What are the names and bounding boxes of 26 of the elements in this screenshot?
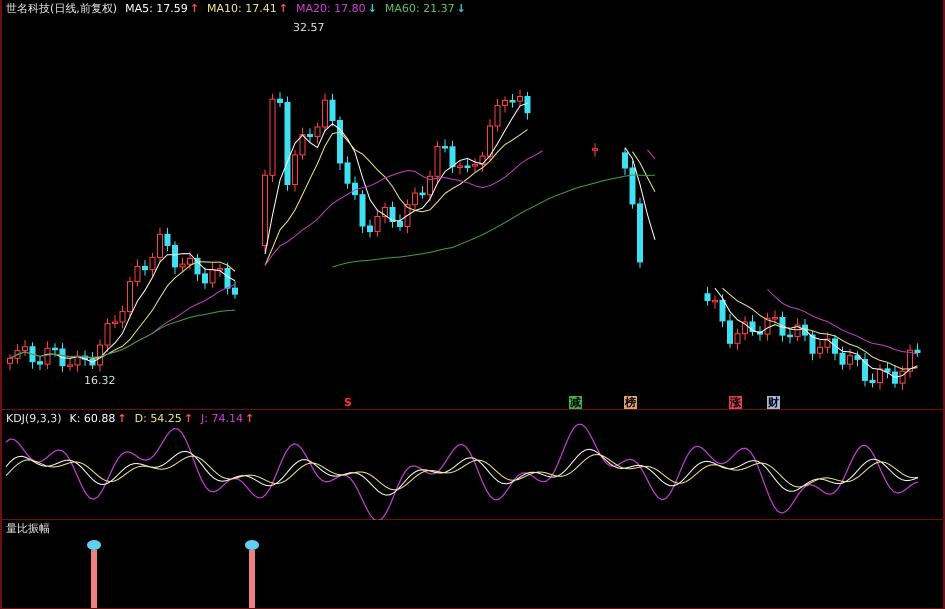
indicator-value: J: 74.14 — [201, 412, 243, 426]
price-label: 32.57 — [293, 20, 324, 36]
panel-title: 世名科技(日线,前复权) — [6, 2, 118, 16]
trend-arrow: ↑ — [184, 412, 194, 426]
panel-title: 量比振幅 — [6, 522, 50, 536]
panel-title: KDJ(9,3,3) — [6, 412, 62, 426]
trend-arrow: ↑ — [117, 412, 127, 426]
indicator-value: D: 54.25 — [134, 412, 182, 426]
indicator-value: MA60: 21.37 — [384, 2, 455, 16]
signal-marker: 涨 — [729, 396, 742, 409]
indicator-value: MA5: 17.59 — [125, 2, 188, 16]
price-label: 16.32 — [84, 373, 116, 389]
signal-marker: 财 — [767, 396, 780, 409]
trend-arrow: ↑ — [190, 2, 200, 16]
trend-arrow: ↓ — [368, 2, 377, 16]
volume-bar — [87, 540, 101, 608]
signal-marker: 榜 — [624, 396, 637, 409]
volume-bar — [245, 540, 259, 608]
indicator-value: MA20: 17.80 — [296, 2, 366, 16]
indicator-value: MA10: 17.41 — [207, 2, 277, 16]
signal-marker: S — [343, 396, 353, 409]
trend-arrow: ↑ — [244, 412, 254, 426]
signal-marker: 减 — [569, 396, 582, 409]
indicator-value: K: 60.88 — [70, 412, 116, 426]
trend-arrow: ↓ — [456, 2, 466, 16]
trend-arrow: ↑ — [278, 2, 288, 16]
